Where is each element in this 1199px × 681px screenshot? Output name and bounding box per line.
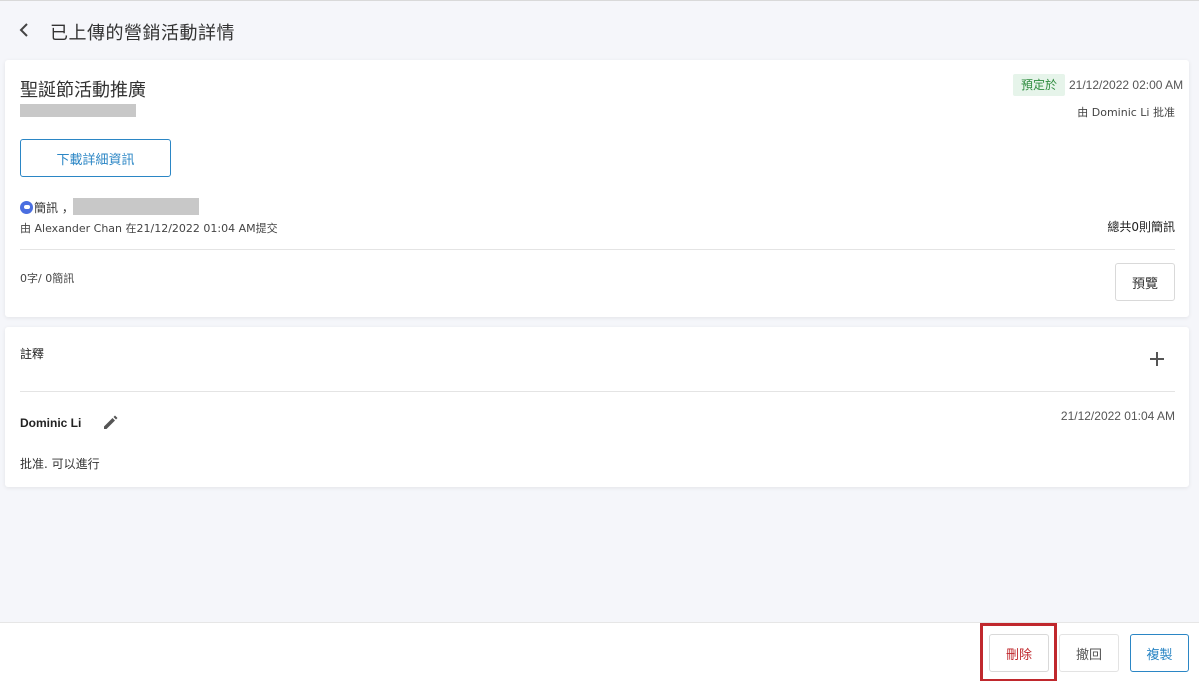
note-author: Dominic Li bbox=[20, 416, 82, 430]
divider bbox=[20, 249, 1175, 250]
status-badge: 預定於 bbox=[1013, 74, 1066, 96]
note-text: 批准. 可以進行 bbox=[20, 457, 100, 471]
char-count: 0字/ 0簡訊 bbox=[20, 272, 75, 285]
notes-card: 註釋 Dominic Li 21/12/2022 01:04 AM 批准. 可以… bbox=[5, 327, 1189, 487]
back-button[interactable] bbox=[14, 19, 34, 41]
redacted-text bbox=[20, 104, 136, 117]
redacted-recipients bbox=[73, 198, 199, 215]
add-note-button[interactable] bbox=[1147, 349, 1167, 369]
notes-title: 註釋 bbox=[20, 347, 45, 361]
channel-row: 簡訊 ， bbox=[20, 199, 74, 215]
note-timestamp: 21/12/2022 01:04 AM bbox=[1060, 409, 1175, 423]
channel-label: 簡訊 ， bbox=[34, 200, 74, 215]
plus-icon bbox=[1150, 352, 1164, 366]
sms-icon bbox=[20, 200, 33, 214]
revoke-button[interactable]: 撤回 bbox=[1059, 634, 1119, 672]
approved-by-text: 由 Dominic Li 批准 bbox=[1077, 106, 1175, 119]
pencil-icon bbox=[104, 415, 118, 429]
campaign-detail-card: 聖誕節活動推廣 預定於 21/12/2022 02:00 AM 由 Domini… bbox=[5, 60, 1189, 317]
preview-button[interactable]: 預覽 bbox=[1115, 263, 1175, 301]
delete-button[interactable]: 刪除 bbox=[989, 634, 1049, 672]
scheduled-time: 21/12/2022 02:00 AM bbox=[1069, 78, 1184, 92]
copy-button[interactable]: 複製 bbox=[1130, 634, 1189, 672]
edit-note-button[interactable] bbox=[101, 414, 119, 432]
chevron-left-icon bbox=[19, 23, 28, 37]
submitted-by-text: 由 Alexander Chan 在21/12/2022 01:04 AM提交 bbox=[20, 222, 278, 235]
divider bbox=[20, 391, 1175, 392]
page-header: 已上傳的營銷活動詳情 bbox=[0, 1, 1199, 59]
download-details-button[interactable]: 下載詳細資訊 bbox=[20, 139, 171, 177]
total-sms-count: 總共0則簡訊 bbox=[1107, 220, 1175, 234]
page-title: 已上傳的營銷活動詳情 bbox=[50, 23, 235, 44]
action-footer: 刪除 撤回 複製 bbox=[0, 622, 1199, 681]
campaign-name: 聖誕節活動推廣 bbox=[20, 80, 146, 101]
